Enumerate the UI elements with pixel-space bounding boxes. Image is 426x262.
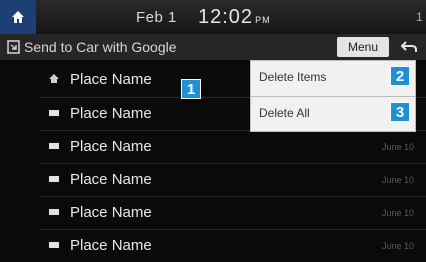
place-icon [49, 209, 59, 215]
list-item[interactable]: Place Name June 10 [0, 164, 426, 196]
back-button[interactable] [396, 38, 422, 56]
place-name: Place Name [70, 171, 152, 188]
home-button[interactable] [0, 0, 36, 34]
place-date: June 10 [382, 142, 415, 152]
menu-item-label: Delete All [259, 106, 310, 120]
place-icon [49, 143, 59, 149]
place-date: June 10 [382, 175, 415, 185]
status-indicator: 1 [416, 10, 423, 24]
home-icon [49, 74, 59, 83]
place-name: Place Name [70, 138, 152, 155]
status-date: Feb 1 [136, 9, 177, 26]
menu-button[interactable]: Menu [337, 37, 389, 57]
back-icon [400, 41, 417, 52]
menu-item-label: Delete Items [259, 70, 327, 84]
callout-marker: 1 [181, 79, 201, 99]
place-name: Place Name [70, 204, 152, 221]
place-name: Place Name [70, 237, 152, 254]
place-name: Place Name [70, 71, 152, 88]
place-date: June 10 [382, 208, 415, 218]
list-item[interactable]: Place Name June 10 [0, 197, 426, 229]
place-icon [49, 242, 59, 248]
list-item[interactable]: Place Name June 10 [0, 230, 426, 262]
place-icon [49, 176, 59, 182]
status-time: 12:02 PM [198, 6, 271, 28]
status-ampm: PM [255, 15, 271, 25]
callout-marker: 2 [390, 66, 410, 86]
list-item[interactable]: Place Name June 10 [0, 131, 426, 163]
callout-marker: 3 [390, 102, 410, 122]
page-title: Send to Car with Google [24, 39, 177, 55]
title-bar: Send to Car with Google Menu [0, 34, 426, 60]
status-bar: Feb 1 12:02 PM 1 [0, 0, 426, 34]
phone-send-icon [7, 40, 20, 54]
place-date: June 10 [382, 241, 415, 251]
home-icon [12, 11, 24, 23]
place-icon [49, 110, 59, 116]
place-name: Place Name [70, 105, 152, 122]
